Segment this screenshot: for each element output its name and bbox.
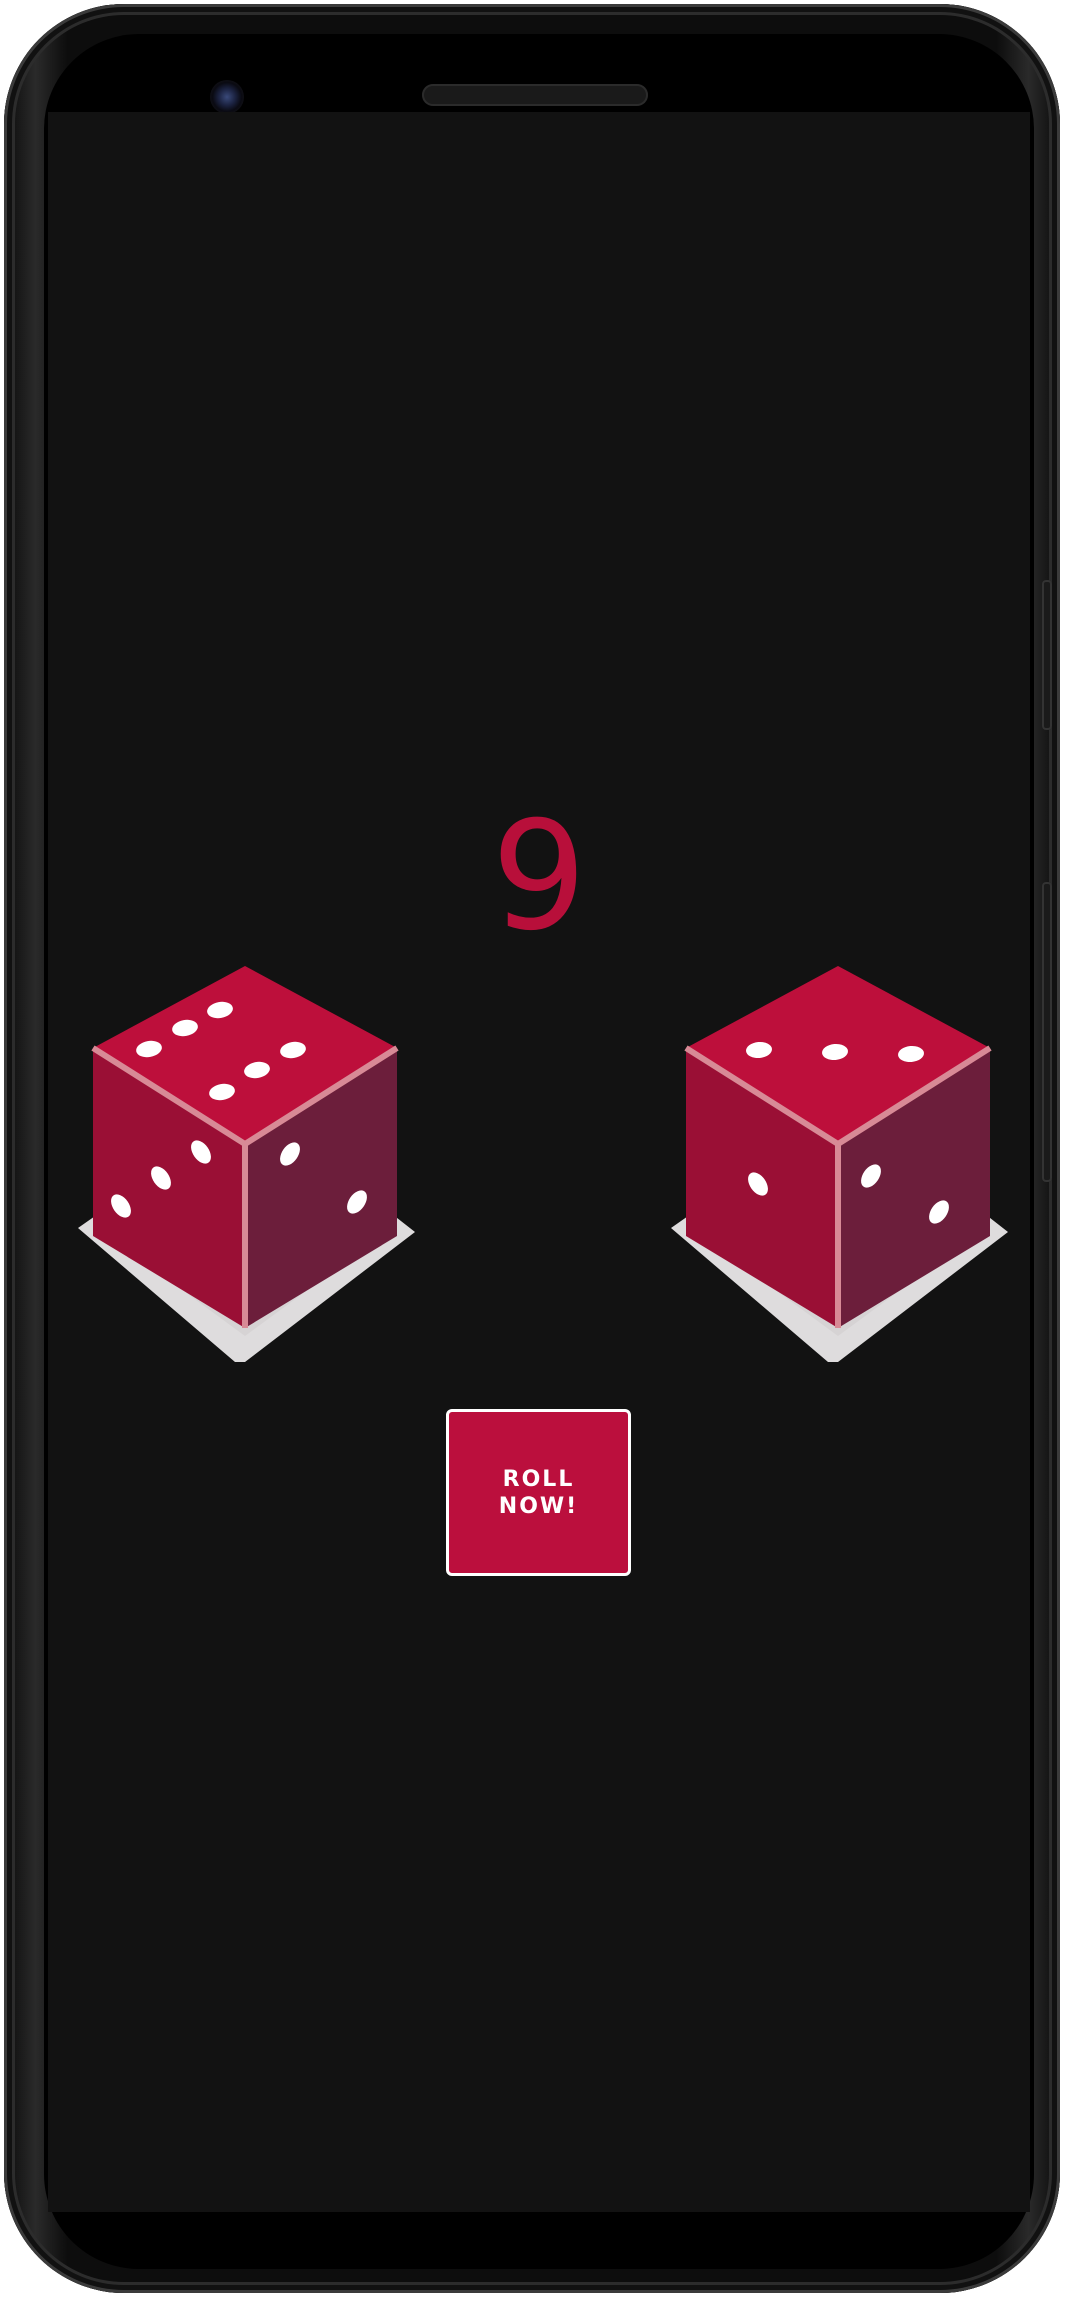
die-left xyxy=(78,966,415,1362)
speaker-icon xyxy=(422,84,648,106)
camera-icon xyxy=(210,80,244,114)
dice-total: 9 xyxy=(491,790,587,964)
volume-button xyxy=(1042,882,1052,1182)
die-right xyxy=(671,966,1008,1362)
phone-frame: 9 ROLL NOW! xyxy=(4,4,1060,2293)
app-screen: 9 ROLL NOW! xyxy=(48,112,1030,2212)
power-button xyxy=(1042,580,1052,730)
roll-now-label: ROLL NOW! xyxy=(498,1466,579,1519)
roll-now-button[interactable]: ROLL NOW! xyxy=(446,1409,631,1576)
